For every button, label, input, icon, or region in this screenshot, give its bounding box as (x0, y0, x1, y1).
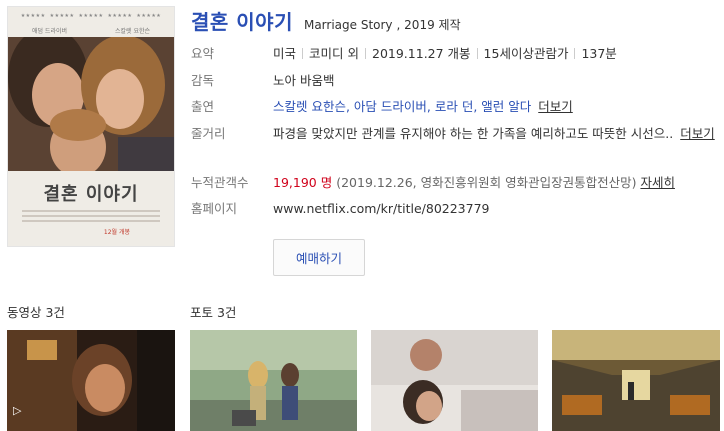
homepage-label: 홈페이지 (191, 201, 238, 216)
play-icon[interactable]: ▷ (13, 404, 21, 417)
audience-detail-link[interactable]: 자세히 (640, 175, 675, 190)
cast-more-link[interactable]: 더보기 (538, 99, 573, 114)
synopsis-label: 줄거리 (191, 126, 226, 141)
poster-title: 결혼 이야기 (43, 184, 139, 205)
synopsis-more-link[interactable]: 더보기 (680, 126, 715, 141)
photo-thumbnail-1-image (190, 330, 357, 431)
movie-title-row: 결혼 이야기 Marriage Story , 2019 제작 (191, 6, 461, 35)
photo-thumbnail-3-image (552, 330, 720, 431)
audience-label: 누적관객수 (191, 175, 249, 190)
director-link[interactable]: 노아 바움백 (273, 73, 334, 89)
poster-actor-names: 애덤 드라이버 스칼렛 요한슨 (31, 28, 151, 35)
director-label: 감독 (191, 73, 215, 88)
poster-photo (8, 37, 174, 171)
poster-credits (22, 210, 160, 224)
synopsis-text-block: 파경을 맞았지만 관계를 유지해야 하는 한 가족을 예리하고도 따뜻한 시선으… (273, 122, 721, 145)
photos-section-title[interactable]: 포토 3건 (190, 302, 236, 321)
synopsis-text: 파경을 맞았지만 관계를 유지해야 하는 한 가족을 예리하고도 따뜻한 시선으… (273, 126, 674, 141)
audience-source: (2019.12.26, 영화진흥위원회 영화관입장권통합전산망) (336, 175, 637, 190)
video-thumbnail-image (7, 330, 175, 431)
runtime: 137분 (581, 46, 617, 61)
photo-thumbnail-1[interactable] (190, 330, 357, 431)
movie-production-year: , 2019 제작 (396, 18, 461, 32)
summary-values: 미국 코미디 외 2019.11.27 개봉 15세이상관람가 137분 (273, 46, 617, 62)
audience-count: 19,190 명 (273, 175, 333, 190)
summary-label: 요약 (191, 46, 215, 61)
age-rating: 15세이상관람가 (483, 46, 569, 61)
genre: 코미디 외 (309, 46, 359, 61)
movie-poster[interactable]: ★★★★★ ★★★★★ ★★★★★ ★★★★★ ★★★★★ 애덤 드라이버 스칼렛 요한… (7, 6, 175, 247)
country: 미국 (273, 46, 297, 61)
video-thumbnail[interactable]: ▷ (7, 330, 175, 431)
cast-names[interactable]: 스칼렛 요한슨, 아담 드라이버, 로라 던, 앨런 알다 (273, 99, 531, 114)
photo-thumbnail-2[interactable] (371, 330, 538, 431)
cast-label: 출연 (191, 99, 215, 114)
poster-release-date: 12월 개봉 (103, 229, 130, 236)
poster-critic-ratings: ★★★★★ ★★★★★ ★★★★★ ★★★★★ ★★★★★ (20, 13, 162, 19)
photo-thumbnail-2-image (371, 330, 538, 431)
homepage-link[interactable]: www.netflix.com/kr/title/80223779 (273, 201, 490, 217)
photo-thumbnail-3[interactable] (552, 330, 720, 431)
reserve-button[interactable]: 예매하기 (273, 239, 365, 276)
movie-title-korean[interactable]: 결혼 이야기 (191, 6, 293, 35)
movie-title-english: Marriage Story (303, 18, 393, 32)
videos-section-title[interactable]: 동영상 3건 (7, 302, 65, 321)
release-date: 2019.11.27 개봉 (372, 46, 471, 61)
